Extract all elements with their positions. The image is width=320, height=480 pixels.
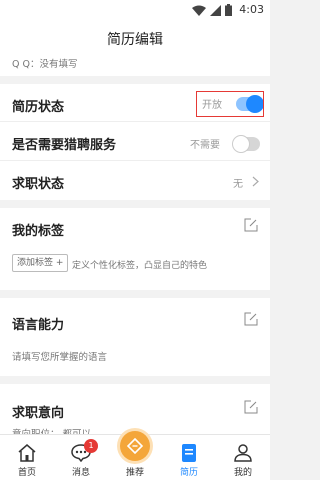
tab-profile-label: 我的 bbox=[233, 468, 252, 478]
tab-bar: 首页 1 消息 推荐 简历 我的 bbox=[0, 431, 270, 480]
home-icon bbox=[18, 444, 36, 462]
headhunter-row[interactable]: 是否需要猎聘服务 不需要 bbox=[0, 122, 270, 162]
tab-messages[interactable]: 1 消息 bbox=[54, 435, 108, 480]
page-title: 简历编辑 bbox=[107, 32, 163, 48]
tags-hint: 定义个性化标签，凸显自己的特色 bbox=[72, 261, 208, 271]
intent-title: 求职意向 bbox=[12, 406, 65, 421]
edit-icon[interactable] bbox=[244, 400, 258, 414]
language-hint: 请填写您所掌握的语言 bbox=[12, 352, 108, 363]
tab-recommend-label: 推荐 bbox=[125, 468, 144, 478]
job-status-row[interactable]: 求职状态 无 bbox=[0, 161, 270, 201]
edit-icon[interactable] bbox=[244, 312, 258, 326]
tab-profile[interactable]: 我的 bbox=[216, 435, 270, 480]
resume-doc-icon bbox=[182, 444, 196, 462]
battery-icon bbox=[225, 4, 232, 16]
tags-title: 我的标签 bbox=[12, 224, 65, 239]
intent-section: 求职意向 意向职位： 都可以 bbox=[0, 384, 270, 440]
tab-resume[interactable]: 简历 bbox=[162, 435, 216, 480]
tab-recommend[interactable]: 推荐 bbox=[108, 431, 162, 480]
resume-status-label: 简历状态 bbox=[12, 100, 65, 115]
person-icon bbox=[234, 444, 252, 462]
diamond-icon bbox=[127, 438, 143, 454]
edit-icon[interactable] bbox=[244, 218, 258, 232]
headhunter-label: 是否需要猎聘服务 bbox=[12, 138, 117, 153]
job-status-value: 无 bbox=[233, 179, 243, 190]
app-header: 简历编辑 bbox=[0, 20, 270, 54]
tab-resume-label: 简历 bbox=[179, 468, 198, 478]
toggle-knob bbox=[232, 135, 250, 153]
headhunter-toggle[interactable] bbox=[232, 135, 260, 153]
message-badge: 1 bbox=[84, 439, 98, 453]
headhunter-value: 不需要 bbox=[190, 140, 220, 151]
tags-section: 我的标签 bbox=[0, 208, 270, 290]
highlight-box bbox=[196, 91, 264, 117]
qq-field[interactable]: Q Q：没有填写 bbox=[12, 56, 77, 70]
add-tag-button[interactable]: 添加标签 + bbox=[12, 254, 69, 272]
job-status-label: 求职状态 bbox=[12, 177, 65, 192]
tab-home-label: 首页 bbox=[17, 468, 36, 478]
language-section: 语言能力 请填写您所掌握的语言 bbox=[0, 298, 270, 376]
tab-messages-label: 消息 bbox=[71, 468, 90, 478]
wifi-icon bbox=[192, 5, 206, 16]
status-bar: 4:03 bbox=[0, 0, 270, 20]
signal-icon bbox=[210, 4, 221, 16]
language-title: 语言能力 bbox=[12, 318, 65, 333]
chevron-right-icon bbox=[252, 176, 259, 187]
tab-home[interactable]: 首页 bbox=[0, 435, 54, 480]
status-time: 4:03 bbox=[239, 3, 264, 16]
